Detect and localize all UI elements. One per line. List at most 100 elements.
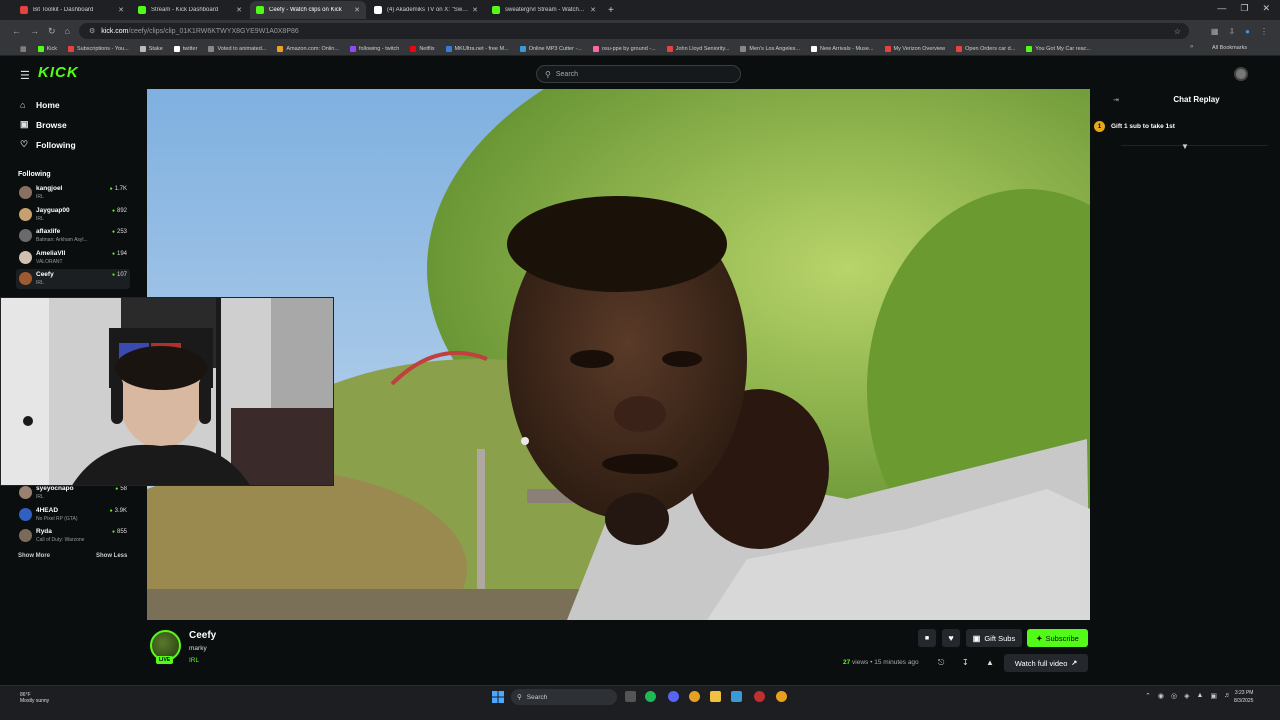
close-tab-icon[interactable]: ✕	[472, 6, 478, 14]
apps-icon[interactable]: ▦	[20, 45, 27, 53]
close-tab-icon[interactable]: ✕	[118, 6, 124, 14]
nav-following[interactable]: ♡ Following	[20, 139, 76, 150]
followed-channel-item[interactable]: Ryda Call of Duty: Warzone 855	[16, 526, 130, 546]
channel-info-bar: LIVE Ceefy marky IRL ■ ♥ ▣ Gift Subs ✦ S…	[136, 620, 1101, 685]
bookmark-item[interactable]: twitter	[173, 45, 197, 52]
watch-full-video-button[interactable]: Watch full video ↗	[1004, 654, 1088, 672]
nav-home-label: Home	[36, 100, 60, 110]
new-tab-button[interactable]: +	[608, 5, 614, 16]
forward-icon[interactable]: →	[30, 26, 39, 36]
url-field[interactable]: ⚙ kick.com/ceefy/clips/clip_01K1RW6KTWYX…	[78, 23, 1189, 39]
followed-channel-item[interactable]: syeyocnapo IRL 58	[16, 483, 130, 503]
close-tab-icon[interactable]: ✕	[236, 6, 242, 14]
browse-icon: ▣	[20, 119, 29, 129]
stream-category[interactable]: IRL	[189, 657, 199, 664]
bookmark-item[interactable]: osu-ppe by ground -...	[592, 45, 656, 52]
followed-channel-item[interactable]: aflaxlife Batman: Arkham Asyl... 253	[16, 226, 130, 246]
home-browser-icon[interactable]: ⌂	[65, 26, 70, 36]
kick-logo[interactable]: KICK	[38, 64, 79, 81]
close-window-icon[interactable]: ✕	[1262, 3, 1270, 14]
maximize-icon[interactable]: ❐	[1240, 3, 1248, 14]
hamburger-menu-icon[interactable]: ☰	[20, 69, 30, 82]
bookmark-item[interactable]: Subscriptions - You...	[68, 45, 129, 52]
profile-browser-icon[interactable]: ●	[1245, 27, 1250, 36]
site-info-icon[interactable]: ⚙	[89, 27, 95, 35]
bookmark-item[interactable]: Voted to animated...	[208, 45, 266, 52]
reload-icon[interactable]: ↻	[48, 26, 56, 37]
close-tab-icon[interactable]: ✕	[590, 6, 596, 14]
browser-tab[interactable]: Bit Toolkit - Dashboard ✕	[14, 1, 130, 19]
search-input[interactable]: ⚲ Search	[536, 65, 741, 83]
bookmark-item[interactable]: John Lloyd Seniority...	[666, 45, 729, 52]
report-icon[interactable]: ▲	[986, 658, 994, 667]
bookmark-item[interactable]: Stake	[139, 45, 163, 52]
followed-channel-item[interactable]: Jayguap00IRL 892	[16, 205, 130, 225]
bookmark-star-icon[interactable]: ☆	[1174, 27, 1181, 36]
bookmark-item[interactable]: New Arrivals - Muse...	[811, 45, 874, 52]
store-icon[interactable]	[731, 691, 742, 702]
tray-overflow-icon[interactable]: ⌃	[1145, 692, 1151, 700]
shield-icon[interactable]: ◈	[1184, 692, 1189, 700]
gift-leaderboard[interactable]: 1 Gift 1 sub to take 1st	[1094, 121, 1175, 132]
monitor-icon[interactable]: ▣	[1210, 692, 1217, 700]
bookmark-item[interactable]: Online MP3 Cutter -...	[519, 45, 582, 52]
browser-tab[interactable]: sweatergrvl Stream - Watch Li... ✕	[486, 1, 602, 19]
clock-time: 3:23 PM	[1234, 690, 1254, 696]
followed-channel-item[interactable]: Ceefy IRL 107	[16, 269, 130, 289]
nav-browse[interactable]: ▣ Browse	[20, 119, 67, 130]
gift-subs-button[interactable]: ▣ Gift Subs	[966, 629, 1022, 647]
followed-channel-item[interactable]: 4HEADNo Pixel RP (GTA) 3.9K	[16, 505, 130, 525]
bookmark-item[interactable]: Men's Los Angeles...	[740, 45, 800, 52]
nav-home[interactable]: ⌂ Home	[20, 100, 60, 110]
bookmark-item[interactable]: MKUltra.net - free M...	[445, 45, 509, 52]
show-more-button[interactable]: Show More	[18, 553, 50, 559]
close-tab-icon[interactable]: ✕	[354, 6, 360, 14]
file-explorer-icon[interactable]	[710, 691, 721, 702]
share-icon[interactable]: ⎋	[938, 658, 944, 668]
weather-widget[interactable]: 86°F Mostly sunny	[20, 692, 49, 704]
steam-icon[interactable]: ◎	[1171, 692, 1177, 700]
show-less-button[interactable]: Show Less	[96, 553, 127, 559]
chrome-icon[interactable]	[689, 691, 700, 702]
bookmark-item[interactable]: following - twitch	[349, 45, 399, 52]
tab-title: Stream - Kick Dashboard	[151, 7, 219, 13]
followed-channel-item[interactable]: kangjoel IRL 1.7K	[16, 183, 130, 203]
obs-icon[interactable]	[754, 691, 765, 702]
network-icon[interactable]: ◉	[1158, 692, 1164, 700]
bookmark-item[interactable]: Netflix	[410, 45, 435, 52]
spotify-icon[interactable]	[645, 691, 656, 702]
channel-name[interactable]: Ceefy	[189, 630, 216, 641]
taskbar-clock[interactable]: 3:23 PM 8/3/2025	[1234, 689, 1253, 705]
task-view-icon[interactable]	[625, 691, 636, 702]
windows-start-icon[interactable]	[492, 691, 504, 703]
chat-divider	[1121, 145, 1268, 146]
all-bookmarks[interactable]: All Bookmarks	[1212, 45, 1247, 51]
download-icon[interactable]: ↧	[962, 658, 969, 667]
bookmark-item[interactable]: Open Orders car d...	[956, 45, 1015, 52]
notification-button[interactable]: ■	[918, 629, 936, 647]
menu-dots-icon[interactable]: ⋮	[1260, 27, 1268, 36]
chat-filter-icon[interactable]: ▼	[1181, 142, 1189, 151]
downloads-icon[interactable]: ⇩	[1228, 27, 1235, 36]
browser-tab[interactable]: Ceefy - Watch clips on Kick ✕	[250, 1, 366, 19]
subscribe-button[interactable]: ✦ Subscribe	[1027, 629, 1088, 647]
volume-icon[interactable]: ♬	[1224, 692, 1231, 700]
channel-avatar	[19, 486, 32, 499]
follow-button[interactable]: ♥	[942, 629, 960, 647]
bookmarks-overflow-icon[interactable]: »	[1190, 44, 1193, 50]
browser-tab[interactable]: (4) Akademiks TV on X: "Swedi... ✕	[368, 1, 484, 19]
discord-icon[interactable]	[668, 691, 679, 702]
browser-tab[interactable]: Stream - Kick Dashboard ✕	[132, 1, 248, 19]
user-avatar[interactable]	[1234, 67, 1248, 81]
notification-tray-icon[interactable]: ▲	[1196, 692, 1203, 700]
taskbar-search[interactable]: ⚲ Search	[511, 689, 617, 705]
back-icon[interactable]: ←	[12, 26, 21, 36]
bookmark-item[interactable]: Amazon.com: Onlin...	[277, 45, 339, 52]
minimize-icon[interactable]: —	[1217, 3, 1226, 14]
bookmark-item[interactable]: Kick	[37, 45, 57, 52]
extensions-icon[interactable]: ▦	[1211, 27, 1219, 36]
bookmark-item[interactable]: You Got My Car reac...	[1026, 45, 1091, 52]
followed-channel-item[interactable]: AmeliaVIIVALORANT 194	[16, 248, 130, 268]
chrome-alt-icon[interactable]	[776, 691, 787, 702]
bookmark-item[interactable]: My Verizon Overview	[884, 45, 945, 52]
